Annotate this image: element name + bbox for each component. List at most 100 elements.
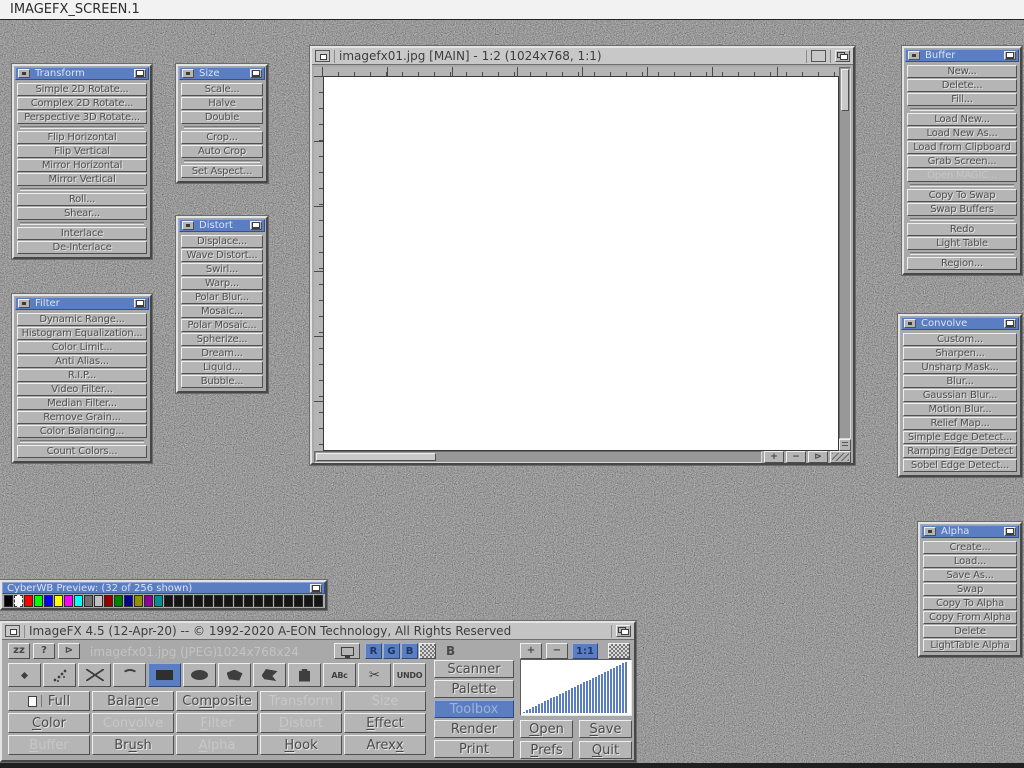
- zoom-out-button[interactable]: −: [786, 451, 806, 463]
- horizontal-scrollbar-thumb[interactable]: [316, 453, 436, 461]
- blue-channel-button[interactable]: B: [401, 643, 418, 659]
- depth-icon[interactable]: [1004, 319, 1016, 328]
- create-button[interactable]: Create...: [923, 541, 1017, 554]
- open-button[interactable]: Open: [520, 720, 573, 738]
- displace-button[interactable]: Displace...: [181, 235, 263, 248]
- close-icon[interactable]: [18, 299, 30, 308]
- median-filter-button[interactable]: Median Filter...: [17, 397, 147, 410]
- composite-button[interactable]: Composite: [176, 691, 258, 711]
- transform-titlebar[interactable]: Transform: [15, 67, 149, 80]
- close-icon[interactable]: [924, 527, 936, 536]
- color-swatch[interactable]: [314, 595, 323, 607]
- copy-from-alpha-button[interactable]: Copy From Alpha: [923, 611, 1017, 624]
- wave-distort-button[interactable]: Wave Distort...: [181, 249, 263, 262]
- size-button[interactable]: Size: [344, 691, 426, 711]
- color-swatch[interactable]: [204, 595, 213, 607]
- image-window-titlebar[interactable]: imagefx01.jpg [MAIN] - 1:2 (1024x768, 1:…: [312, 48, 853, 65]
- transform-button[interactable]: Transform: [260, 691, 342, 711]
- crop-button[interactable]: Crop...: [181, 131, 263, 144]
- color-swatch[interactable]: [14, 595, 23, 607]
- color-limit-button[interactable]: Color Limit...: [17, 341, 147, 354]
- pattern-button[interactable]: [608, 643, 630, 659]
- motion-blur-button[interactable]: Motion Blur...: [903, 403, 1017, 416]
- shear-button[interactable]: Shear...: [17, 207, 147, 220]
- histogram-equalization-button[interactable]: Histogram Equalization...: [17, 327, 147, 340]
- color-swatch[interactable]: [24, 595, 33, 607]
- oval-tool-button[interactable]: [183, 663, 216, 687]
- remove-grain-button[interactable]: Remove Grain...: [17, 411, 147, 424]
- color-swatch[interactable]: [294, 595, 303, 607]
- video-filter-button[interactable]: Video Filter...: [17, 383, 147, 396]
- liquid-button[interactable]: Liquid...: [181, 361, 263, 374]
- line-tool-button[interactable]: [78, 663, 111, 687]
- dynamic-range-button[interactable]: Dynamic Range...: [17, 313, 147, 326]
- polar-blur-button[interactable]: Polar Blur...: [181, 291, 263, 304]
- save-as-button[interactable]: Save As...: [923, 569, 1017, 582]
- color-swatch[interactable]: [214, 595, 223, 607]
- hook-button[interactable]: Hook: [260, 735, 342, 755]
- curve-tool-button[interactable]: [113, 663, 146, 687]
- flip-horizontal-button[interactable]: Flip Horizontal: [17, 131, 147, 144]
- color-swatch[interactable]: [4, 595, 13, 607]
- color-swatch[interactable]: [174, 595, 183, 607]
- zoom-gadget-icon[interactable]: [811, 50, 826, 62]
- spherize-button[interactable]: Spherize...: [181, 333, 263, 346]
- zoom-ratio-button[interactable]: 1:1: [572, 643, 598, 659]
- bubble-button[interactable]: Bubble...: [181, 375, 263, 388]
- dream-button[interactable]: Dream...: [181, 347, 263, 360]
- swap-button[interactable]: Swap: [923, 583, 1017, 596]
- color-swatch[interactable]: [134, 595, 143, 607]
- blur-button[interactable]: Blur...: [903, 375, 1017, 388]
- buffer-titlebar[interactable]: Buffer: [905, 49, 1019, 62]
- gaussian-blur-button[interactable]: Gaussian Blur...: [903, 389, 1017, 402]
- warp-button[interactable]: Warp...: [181, 277, 263, 290]
- fill-tool-button[interactable]: [288, 663, 321, 687]
- interlace-button[interactable]: Interlace: [17, 227, 147, 240]
- arrow-button[interactable]: ⊳: [58, 643, 80, 659]
- filter-button[interactable]: Filter: [176, 713, 258, 733]
- simple-2d-rotate-button[interactable]: Simple 2D Rotate...: [17, 83, 147, 96]
- depth-icon[interactable]: [310, 584, 322, 593]
- ramping-edge-detect-button[interactable]: Ramping Edge Detect: [903, 445, 1017, 458]
- depth-icon[interactable]: [616, 625, 631, 637]
- balance-button[interactable]: Balance: [92, 691, 174, 711]
- size-titlebar[interactable]: Size: [179, 67, 265, 80]
- screen-titlebar[interactable]: IMAGEFX_SCREEN.1: [0, 0, 1024, 20]
- close-icon[interactable]: [18, 69, 30, 78]
- swap-buffers-button[interactable]: Swap Buffers: [907, 203, 1017, 216]
- horizontal-scrollbar[interactable]: [314, 451, 762, 463]
- green-channel-button[interactable]: G: [383, 643, 400, 659]
- color-swatch[interactable]: [84, 595, 93, 607]
- auto-crop-button[interactable]: Auto Crop: [181, 145, 263, 158]
- vertical-scrollbar[interactable]: [839, 67, 851, 439]
- load-from-clipboard-button[interactable]: Load from Clipboard: [907, 141, 1017, 154]
- lines-gadget-icon[interactable]: [839, 439, 851, 451]
- palette-button[interactable]: Palette: [434, 680, 514, 698]
- color-swatch[interactable]: [94, 595, 103, 607]
- mosaic-button[interactable]: Mosaic...: [181, 305, 263, 318]
- color-button[interactable]: Color: [8, 713, 90, 733]
- redo-button[interactable]: Redo: [907, 223, 1017, 236]
- color-swatch[interactable]: [304, 595, 313, 607]
- image-canvas[interactable]: [323, 76, 839, 451]
- close-icon[interactable]: [315, 50, 330, 62]
- dot-tool-button[interactable]: [8, 663, 41, 687]
- complex-2d-rotate-button[interactable]: Complex 2D Rotate...: [17, 97, 147, 110]
- anti-alias-button[interactable]: Anti Alias...: [17, 355, 147, 368]
- close-icon[interactable]: [904, 319, 916, 328]
- scale-button[interactable]: Scale...: [181, 83, 263, 96]
- color-swatch[interactable]: [224, 595, 233, 607]
- filter-titlebar[interactable]: Filter: [15, 297, 149, 310]
- mirror-horizontal-button[interactable]: Mirror Horizontal: [17, 159, 147, 172]
- color-swatch[interactable]: [284, 595, 293, 607]
- light-table-button[interactable]: Light Table: [907, 237, 1017, 250]
- polygon-tool-button[interactable]: [218, 663, 251, 687]
- resize-corner[interactable]: [830, 451, 851, 463]
- scanner-button[interactable]: Scanner: [434, 660, 514, 678]
- color-swatch[interactable]: [124, 595, 133, 607]
- color-swatch[interactable]: [74, 595, 83, 607]
- new-button[interactable]: New...: [907, 65, 1017, 78]
- depth-icon[interactable]: [134, 69, 146, 78]
- region-button[interactable]: Region...: [907, 257, 1017, 270]
- depth-icon[interactable]: [1004, 51, 1016, 60]
